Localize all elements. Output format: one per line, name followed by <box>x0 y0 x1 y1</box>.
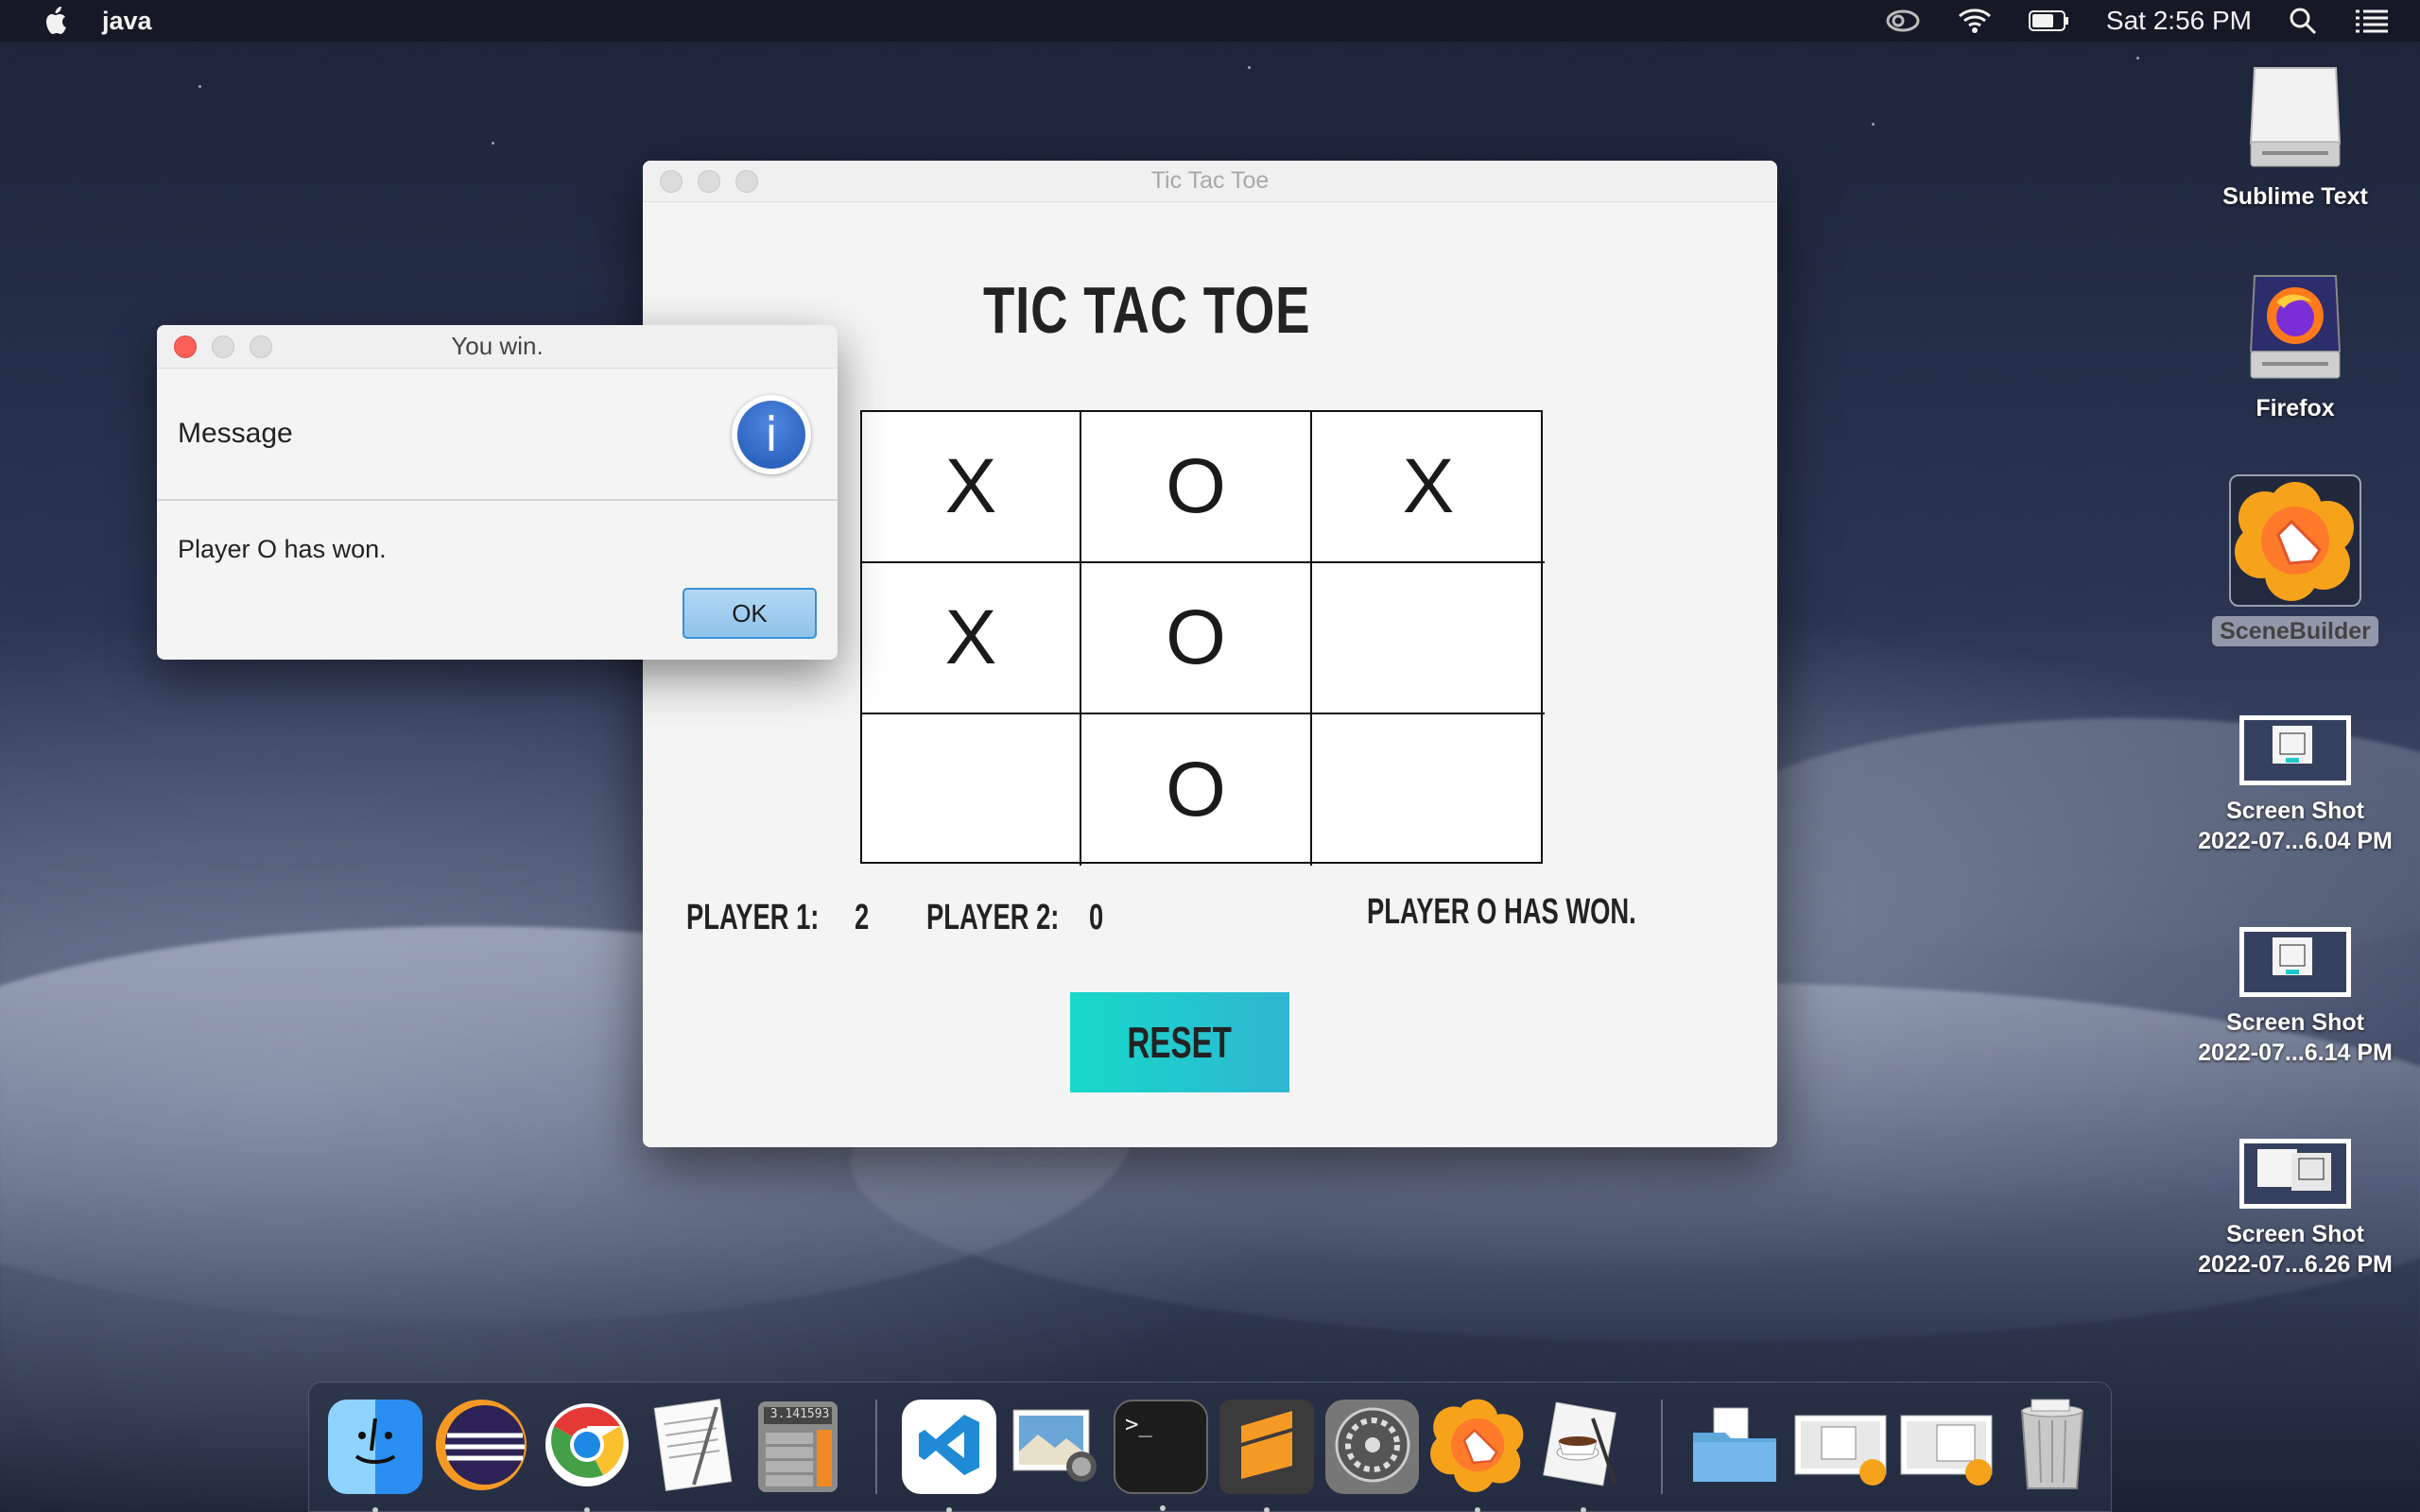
player2-label: PLAYER 2: <box>926 898 1060 937</box>
board-cell[interactable] <box>1312 714 1545 866</box>
calculator-icon: 3.141593 <box>758 1401 838 1492</box>
screenshot-stack-icon <box>1899 1402 1994 1492</box>
game-heading: TIC TAC TOE <box>983 273 1311 347</box>
alert-message: Player O has won. <box>178 535 387 563</box>
info-icon: i <box>732 395 811 474</box>
calculator-display: 3.141593 <box>764 1407 833 1424</box>
reset-button[interactable]: RESET <box>1070 992 1289 1092</box>
scenebuilder-icon <box>2229 474 2361 607</box>
board-cell[interactable]: O <box>1081 412 1312 563</box>
dock-scenebuilder[interactable] <box>1430 1398 1525 1512</box>
dock-terminal[interactable]: >_ <box>1113 1400 1208 1511</box>
dock-system-preferences[interactable] <box>1324 1400 1420 1494</box>
dock-screenshot-stack-1[interactable] <box>1793 1400 1888 1494</box>
terminal-icon: >_ <box>1124 1411 1152 1437</box>
textedit-icon <box>650 1398 735 1497</box>
desktop-item-screenshot-3[interactable]: Screen Shot 2022-07...6.26 PM <box>2172 1138 2418 1280</box>
game-status: PLAYER O HAS WON. <box>1367 892 1636 932</box>
folder-icon <box>1689 1404 1780 1490</box>
desktop-item-label: Firefox <box>2256 395 2335 421</box>
battery-icon[interactable] <box>2028 9 2070 32</box>
window-title: Tic Tac Toe <box>1150 167 1270 194</box>
board-cell[interactable]: O <box>1081 714 1312 866</box>
apple-icon[interactable] <box>38 5 76 37</box>
finder-icon <box>337 1407 413 1487</box>
desktop-item-scenebuilder[interactable]: SceneBuilder <box>2172 474 2418 646</box>
player2-score: 0 <box>1089 898 1104 937</box>
board-cell[interactable]: O <box>1081 563 1312 714</box>
spotlight-search-icon[interactable] <box>2288 6 2318 36</box>
dock-calculator[interactable]: 3.141593 <box>751 1400 845 1494</box>
sublime-text-icon <box>1234 1407 1300 1487</box>
player1-score: 2 <box>855 898 870 937</box>
win-alert-dialog: You win. Message i Player O has won. OK <box>157 325 838 660</box>
menubar-clock[interactable]: Sat 2:56 PM <box>2106 6 2252 36</box>
dock-downloads-folder[interactable] <box>1687 1400 1782 1494</box>
dock-vscode[interactable] <box>902 1400 997 1512</box>
desktop-item-sublabel: 2022-07...6.26 PM <box>2198 1251 2393 1278</box>
trash-icon <box>2014 1398 2090 1497</box>
dock-java-launcher[interactable] <box>1536 1400 1631 1512</box>
creative-cloud-icon[interactable] <box>1885 9 1921 33</box>
window-titlebar[interactable]: Tic Tac Toe <box>643 161 1777 202</box>
board-cell[interactable]: X <box>862 563 1081 714</box>
player1-label: PLAYER 1: <box>686 898 820 937</box>
java-coffee-icon <box>1538 1400 1629 1495</box>
eclipse-icon <box>434 1398 528 1497</box>
board-cell[interactable]: X <box>1312 412 1545 563</box>
alert-header: Message i <box>157 369 838 501</box>
board-cell[interactable] <box>1312 563 1545 714</box>
dock-finder[interactable] <box>328 1400 423 1512</box>
dock-textedit[interactable] <box>646 1398 740 1497</box>
desktop-item-label: Screen Shot <box>2226 1009 2364 1036</box>
dock-chrome[interactable] <box>540 1400 634 1512</box>
board-cell[interactable]: X <box>862 412 1081 563</box>
desktop-item-screenshot-1[interactable]: Screen Shot 2022-07...6.04 PM <box>2172 714 2418 856</box>
screenshot-thumbnail-icon <box>2172 926 2418 998</box>
desktop-item-label: Screen Shot <box>2226 1221 2364 1247</box>
dock: 3.141593 >_ <box>308 1382 2112 1512</box>
dock-sublime-text[interactable] <box>1219 1400 1314 1512</box>
desktop-item-sublabel: 2022-07...6.14 PM <box>2198 1040 2393 1066</box>
screenshot-thumbnail-icon <box>2172 1138 2418 1210</box>
vscode-icon <box>915 1411 983 1484</box>
control-center-icon[interactable] <box>2354 8 2390 34</box>
wifi-icon[interactable] <box>1957 7 1993 35</box>
desktop-item-firefox[interactable]: Firefox <box>2172 270 2418 423</box>
scenebuilder-icon <box>1430 1398 1525 1497</box>
screenshot-stack-icon <box>1793 1402 1888 1492</box>
desktop-item-label: Sublime Text <box>2222 183 2368 210</box>
desktop-item-label: SceneBuilder <box>2212 616 2378 646</box>
game-board: X O X X O O <box>860 410 1545 866</box>
firefox-drive-icon <box>2172 270 2418 384</box>
dock-trash[interactable] <box>2005 1398 2100 1497</box>
desktop-item-screenshot-2[interactable]: Screen Shot 2022-07...6.14 PM <box>2172 926 2418 1068</box>
desktop-item-sublabel: 2022-07...6.04 PM <box>2198 828 2393 854</box>
active-app-name[interactable]: java <box>102 7 152 36</box>
chrome-icon <box>542 1400 632 1495</box>
desktop-item-label: Screen Shot <box>2226 798 2364 824</box>
alert-header-text: Message <box>178 418 293 449</box>
ok-button[interactable]: OK <box>683 588 817 639</box>
reset-label: RESET <box>1127 1018 1233 1067</box>
dock-separator <box>875 1400 878 1494</box>
dock-preview[interactable] <box>1008 1400 1102 1494</box>
board-cell[interactable] <box>862 714 1081 866</box>
gear-icon <box>1332 1404 1413 1490</box>
preview-icon <box>1010 1402 1100 1492</box>
dock-screenshot-stack-2[interactable] <box>1899 1400 1994 1494</box>
dock-separator <box>1661 1400 1664 1494</box>
alert-titlebar[interactable]: You win. <box>157 325 838 369</box>
screenshot-thumbnail-icon <box>2172 714 2418 786</box>
dock-eclipse[interactable] <box>434 1398 528 1497</box>
menu-bar: java Sat 2:56 PM <box>0 0 2420 42</box>
desktop-item-sublime-text[interactable]: Sublime Text <box>2172 59 2418 212</box>
alert-title: You win. <box>451 332 544 360</box>
drive-icon <box>2172 59 2418 172</box>
